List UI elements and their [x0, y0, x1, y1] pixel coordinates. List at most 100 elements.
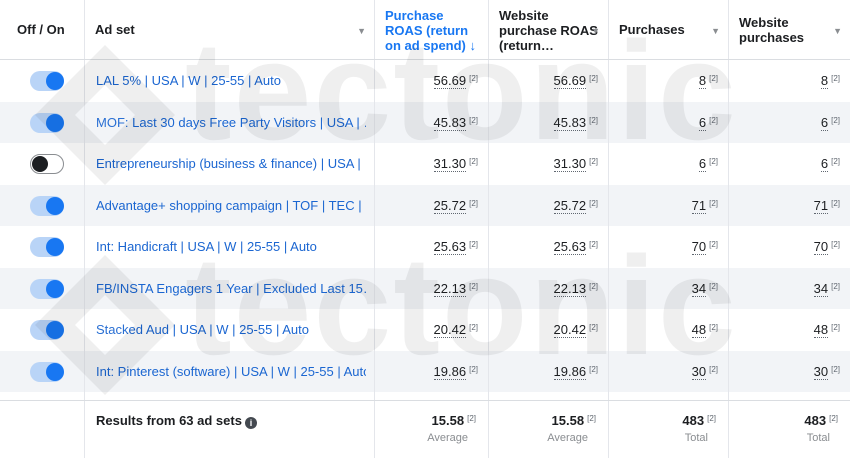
summary-value: 483 [2] — [804, 413, 838, 428]
table-row[interactable]: Entrepreneurship (business & finance) | … — [0, 143, 850, 185]
adset-cell: MOF: Last 30 days Free Party Visitors | … — [85, 101, 375, 143]
summary-sublabel: Average — [427, 432, 468, 444]
metric-website-purchase-roas[interactable]: 45.83 [2] — [553, 114, 598, 131]
footnote-marker: [2] — [709, 364, 718, 374]
metric-website-purchases[interactable]: 70 [2] — [813, 239, 840, 255]
metric-website-purchases-cell: 6 [2] — [729, 102, 850, 144]
footnote-marker: [2] — [469, 323, 478, 332]
on-off-toggle[interactable] — [30, 320, 64, 340]
metric-purchase-roas[interactable]: 19.86 [2] — [433, 363, 478, 380]
caret-down-icon[interactable]: ▼ — [591, 26, 600, 36]
metric-website-purchases[interactable]: 71 [2] — [813, 197, 840, 214]
metric-purchases[interactable]: 6 [2] — [698, 156, 718, 172]
metric-purchase-roas-cell: 25.72 [2] — [375, 184, 489, 226]
on-off-toggle[interactable] — [30, 361, 64, 382]
metric-website-purchase-roas-cell: 19.86 [2] — [489, 350, 609, 392]
metric-website-purchase-roas[interactable]: 25.63 [2] — [553, 239, 598, 255]
metric-purchases[interactable]: 70 [2] — [691, 239, 718, 255]
metric-website-purchases-cell: 8[2] — [729, 392, 850, 400]
column-header-purchases[interactable]: Purchases ▼ — [609, 0, 729, 59]
table-row[interactable]: Int: Handicraft | USA | W | 25-55 | Auto… — [0, 226, 850, 268]
arrow-down-icon: ↓ — [469, 38, 477, 53]
metric-website-purchase-roas[interactable]: 19.86 [2] — [553, 363, 598, 380]
adset-name-link[interactable]: Int: Handicraft | USA | W | 25-55 | Auto — [96, 239, 366, 254]
metric-website-purchase-roas[interactable]: 22.13 [2] — [553, 280, 598, 297]
metric-purchase-roas[interactable]: 25.63 [2] — [433, 239, 478, 255]
metric-website-purchase-roas[interactable]: 20.42 [2] — [553, 322, 598, 338]
metric-website-purchase-roas[interactable]: 56.69 [2] — [553, 73, 598, 89]
metric-purchase-roas-cell: 25.63 [2] — [375, 226, 489, 268]
metric-purchases[interactable]: 30 [2] — [691, 363, 718, 380]
metric-purchase-roas[interactable]: 20.42 [2] — [433, 322, 478, 338]
metric-website-purchase-roas[interactable]: 25.72 [2] — [553, 197, 598, 214]
on-off-toggle[interactable] — [30, 195, 64, 216]
metric-purchases[interactable]: 48 [2] — [691, 322, 718, 338]
table-row[interactable]: Int: Pinterest (software) | USA | W | 25… — [0, 350, 850, 392]
column-header-toggle[interactable]: Off / On — [0, 0, 85, 59]
metric-purchases-cell: 70 [2] — [609, 226, 729, 268]
toggle-knob — [46, 113, 64, 132]
table-row[interactable]: Last 15 ATC | USA | M/W | +18 | Auto18.9… — [0, 392, 850, 400]
adset-name-link[interactable]: Entrepreneurship (business & finance) | … — [96, 156, 366, 171]
adset-name-link[interactable]: Int: Pinterest (software) | USA | W | 25… — [96, 364, 366, 379]
column-header-adset[interactable]: Ad set ▼ — [85, 0, 375, 59]
adset-cell: Int: Pinterest (software) | USA | W | 25… — [85, 350, 375, 392]
column-header-website-purchase-roas[interactable]: Website purchase ROAS (return… ▼ — [489, 0, 609, 59]
metric-website-purchases-cell: 34 [2] — [729, 268, 850, 310]
caret-down-icon[interactable]: ▼ — [833, 26, 842, 36]
metric-purchases[interactable]: 8 [2] — [698, 73, 718, 89]
adset-name-link[interactable]: FB/INSTA Engagers 1 Year | Excluded Last… — [96, 281, 366, 296]
metric-website-purchases[interactable]: 6 [2] — [820, 156, 840, 172]
toggle-cell — [0, 101, 85, 143]
metric-purchases[interactable]: 34 [2] — [691, 280, 718, 297]
metric-purchases[interactable]: 6 [2] — [698, 114, 718, 131]
caret-down-icon[interactable]: ▼ — [357, 26, 366, 36]
footnote-marker: [2] — [469, 364, 478, 374]
table-row[interactable]: FB/INSTA Engagers 1 Year | Excluded Last… — [0, 267, 850, 310]
metric-purchases[interactable]: 71 [2] — [691, 197, 718, 214]
footnote-marker: [2] — [829, 414, 838, 423]
toggle-knob — [46, 72, 64, 90]
footnote-marker: [2] — [831, 240, 840, 249]
metric-website-purchases-cell: 48 [2] — [729, 309, 850, 351]
table-body: LAL 5% | USA | W | 25-55 | Auto 56.69 [2] 5… — [0, 60, 850, 400]
metric-purchase-roas[interactable]: 45.83 [2] — [433, 114, 478, 131]
adset-name-link[interactable]: LAL 5% | USA | W | 25-55 | Auto — [96, 73, 366, 88]
metric-purchase-roas[interactable]: 31.30 [2] — [433, 156, 478, 172]
footnote-marker: [2] — [589, 115, 598, 125]
metric-purchase-roas[interactable]: 22.13 [2] — [433, 280, 478, 297]
metric-website-purchases[interactable]: 30 [2] — [813, 363, 840, 380]
table-row[interactable]: MOF: Last 30 days Free Party Visitors | … — [0, 101, 850, 144]
table-row[interactable]: Stacked Aud | USA | W | 25-55 | Auto 20.4… — [0, 309, 850, 351]
on-off-toggle[interactable] — [30, 71, 64, 91]
metric-website-purchases-cell: 71 [2] — [729, 185, 850, 227]
column-header-purchase-roas[interactable]: Purchase ROAS (return on ad spend) ↓ — [375, 0, 489, 59]
metric-website-purchase-roas[interactable]: 31.30 [2] — [553, 156, 598, 172]
adset-cell: Int: Handicraft | USA | W | 25-55 | Auto — [85, 226, 375, 268]
metric-website-purchases[interactable]: 8 [2] — [820, 73, 840, 89]
on-off-toggle[interactable] — [30, 278, 64, 299]
metric-purchase-roas[interactable]: 25.72 [2] — [433, 197, 478, 214]
column-header-website-purchases[interactable]: Website purchases ▼ — [729, 0, 850, 59]
toggle-cell — [0, 309, 85, 351]
info-icon[interactable]: i — [244, 417, 257, 429]
footnote-marker: [2] — [467, 414, 476, 423]
on-off-toggle[interactable] — [30, 237, 64, 257]
footnote-marker: [2] — [709, 323, 718, 332]
toggle-knob — [46, 362, 64, 381]
adset-name-link[interactable]: MOF: Last 30 days Free Party Visitors | … — [96, 115, 366, 130]
on-off-toggle[interactable] — [30, 112, 64, 133]
adset-name-link[interactable]: Advantage+ shopping campaign | TOF | TEC… — [96, 198, 366, 213]
metric-website-purchases[interactable]: 34 [2] — [813, 280, 840, 297]
adset-name-link[interactable]: Stacked Aud | USA | W | 25-55 | Auto — [96, 322, 366, 337]
caret-down-icon[interactable]: ▼ — [711, 26, 720, 36]
metric-purchases-cell: 48 [2] — [609, 309, 729, 351]
summary-value: 483 [2] — [682, 413, 716, 428]
metric-website-purchases[interactable]: 6 [2] — [820, 114, 840, 131]
metric-purchase-roas[interactable]: 56.69 [2] — [433, 73, 478, 89]
toggle-knob — [46, 238, 64, 256]
metric-website-purchases[interactable]: 48 [2] — [813, 322, 840, 338]
table-row[interactable]: LAL 5% | USA | W | 25-55 | Auto 56.69 [2] 5… — [0, 60, 850, 102]
table-row[interactable]: Advantage+ shopping campaign | TOF | TEC… — [0, 184, 850, 227]
on-off-toggle[interactable] — [30, 154, 64, 174]
